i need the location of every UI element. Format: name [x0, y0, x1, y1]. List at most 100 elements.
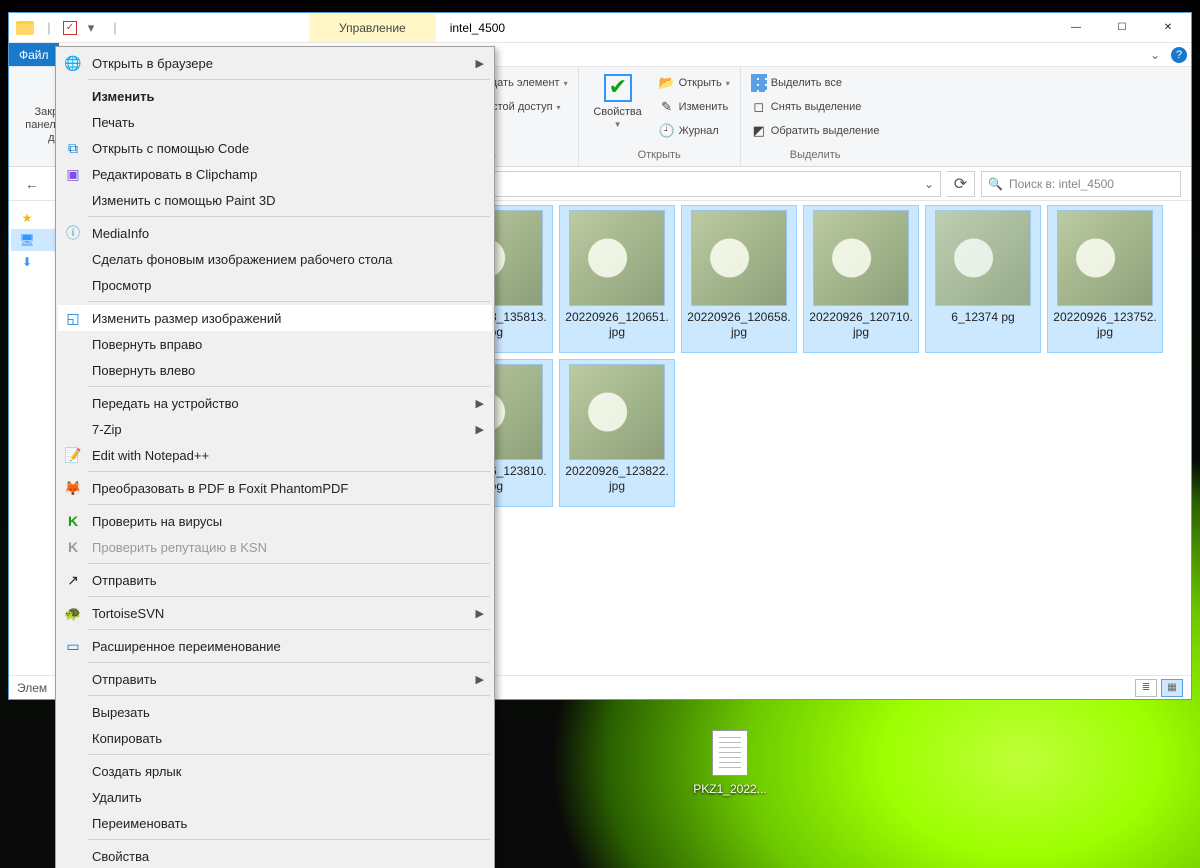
- menu-cast[interactable]: Передать на устройство▶: [58, 390, 492, 416]
- breadcrumb-dropdown-icon[interactable]: ⌄: [924, 177, 934, 191]
- file-tile[interactable]: 20220926_120651.jpg: [559, 205, 675, 353]
- menu-copy[interactable]: Копировать: [58, 725, 492, 751]
- select-none-icon: ◻: [751, 99, 767, 115]
- file-tile[interactable]: 20220926_123822.jpg: [559, 359, 675, 507]
- vscode-icon: ⧉: [62, 138, 84, 158]
- menu-notepadpp[interactable]: 📝Edit with Notepad++: [58, 442, 492, 468]
- tab-file[interactable]: Файл: [9, 43, 59, 66]
- foxit-icon: 🦊: [62, 478, 84, 498]
- file-tile[interactable]: 6_12374 pg: [925, 205, 1041, 353]
- file-name: 20220926_120658.jpg: [686, 310, 792, 340]
- context-menu: 🌐Открыть в браузере▶ Изменить Печать ⧉От…: [55, 46, 495, 868]
- search-input[interactable]: 🔍 Поиск в: intel_4500: [981, 171, 1181, 197]
- invert-icon: ◩: [751, 123, 767, 139]
- refresh-button[interactable]: ⟳: [947, 171, 975, 197]
- properties-button[interactable]: Свойства▼: [585, 70, 651, 129]
- view-details-button[interactable]: ≣: [1135, 679, 1157, 697]
- qat-dropdown-icon[interactable]: ▾: [81, 18, 101, 38]
- star-icon: ★: [19, 210, 35, 226]
- folder-icon: [15, 18, 35, 38]
- select-none-button[interactable]: ◻Снять выделение: [747, 96, 884, 118]
- menu-open-code[interactable]: ⧉Открыть с помощью Code: [58, 135, 492, 161]
- manage-tab[interactable]: Управление: [309, 13, 436, 42]
- menu-tortoisesvn[interactable]: 🐢TortoiseSVN▶: [58, 600, 492, 626]
- thumbnail: [569, 210, 665, 306]
- menu-ksn: KПроверить репутацию в KSN: [58, 534, 492, 560]
- file-name: 20220926_123822.jpg: [564, 464, 670, 494]
- submenu-arrow-icon: ▶: [476, 397, 484, 410]
- menu-delete[interactable]: Удалить: [58, 784, 492, 810]
- qat-separator: |: [105, 18, 125, 38]
- thumbnail: [691, 210, 787, 306]
- menu-cut[interactable]: Вырезать: [58, 699, 492, 725]
- qat-properties-icon[interactable]: ✓: [63, 21, 77, 35]
- select-all-button[interactable]: Выделить все: [747, 72, 884, 94]
- menu-rename[interactable]: Переименовать: [58, 810, 492, 836]
- menu-7zip[interactable]: 7-Zip▶: [58, 416, 492, 442]
- kaspersky-icon: K: [62, 537, 84, 557]
- invert-selection-button[interactable]: ◩Обратить выделение: [747, 120, 884, 142]
- history-button[interactable]: 🕘Журнал: [655, 120, 734, 142]
- help-icon[interactable]: ?: [1167, 43, 1191, 66]
- file-tile[interactable]: 20220926_123752.jpg: [1047, 205, 1163, 353]
- edit-button[interactable]: ✎Изменить: [655, 96, 734, 118]
- select-all-icon: [751, 75, 767, 91]
- clipchamp-icon: ▣: [62, 164, 84, 184]
- minimize-button[interactable]: —: [1053, 13, 1099, 42]
- menu-view[interactable]: Просмотр: [58, 272, 492, 298]
- status-text: Элем: [17, 681, 47, 695]
- ribbon-collapse-icon[interactable]: ⌄: [1143, 43, 1167, 66]
- submenu-arrow-icon: ▶: [476, 607, 484, 620]
- file-name: 6_12374 pg: [951, 310, 1014, 325]
- menu-virus-scan[interactable]: KПроверить на вирусы: [58, 508, 492, 534]
- thumbnail: [569, 364, 665, 460]
- kaspersky-icon: K: [62, 511, 84, 531]
- menu-mediainfo[interactable]: ⓘMediaInfo: [58, 220, 492, 246]
- menu-wallpaper[interactable]: Сделать фоновым изображением рабочего ст…: [58, 246, 492, 272]
- menu-open-browser[interactable]: 🌐Открыть в браузере▶: [58, 50, 492, 76]
- menu-clipchamp[interactable]: ▣Редактировать в Clipchamp: [58, 161, 492, 187]
- file-tile[interactable]: 20220926_120658.jpg: [681, 205, 797, 353]
- menu-rotate-left[interactable]: Повернуть влево: [58, 357, 492, 383]
- file-name: 20220926_123752.jpg: [1052, 310, 1158, 340]
- view-thumbnails-button[interactable]: ▦: [1161, 679, 1183, 697]
- thumbnail: [1057, 210, 1153, 306]
- menu-foxit-pdf[interactable]: 🦊Преобразовать в PDF в Foxit PhantomPDF: [58, 475, 492, 501]
- submenu-arrow-icon: ▶: [476, 673, 484, 686]
- maximize-button[interactable]: ☐: [1099, 13, 1145, 42]
- menu-edit[interactable]: Изменить: [58, 83, 492, 109]
- file-tile[interactable]: 20220926_120710.jpg: [803, 205, 919, 353]
- desktop-file[interactable]: PKZ1_2022...: [690, 730, 770, 798]
- submenu-arrow-icon: ▶: [476, 423, 484, 436]
- submenu-arrow-icon: ▶: [476, 57, 484, 70]
- window-title: intel_4500: [436, 13, 1053, 42]
- resize-icon: ◱: [62, 308, 84, 328]
- search-icon: 🔍: [988, 177, 1003, 191]
- mediainfo-icon: ⓘ: [62, 223, 84, 243]
- desktop-file-label: PKZ1_2022...: [693, 782, 766, 796]
- close-button[interactable]: ✕: [1145, 13, 1191, 42]
- file-name: 20220926_120651.jpg: [564, 310, 670, 340]
- share-icon: ↗: [62, 570, 84, 590]
- qat-divider: |: [39, 18, 59, 38]
- open-button[interactable]: 📂Открыть ▾: [655, 72, 734, 94]
- menu-properties[interactable]: Свойства: [58, 843, 492, 868]
- menu-share[interactable]: ↗Отправить: [58, 567, 492, 593]
- thumbnail: [813, 210, 909, 306]
- menu-adv-rename[interactable]: ▭Расширенное переименование: [58, 633, 492, 659]
- file-name: 20220926_120710.jpg: [808, 310, 914, 340]
- thumbnail: [935, 210, 1031, 306]
- menu-resize-images[interactable]: ◱Изменить размер изображений: [58, 305, 492, 331]
- desktop-icon: 🖥: [19, 232, 35, 248]
- file-icon: [712, 730, 748, 776]
- download-icon: ⬇: [19, 254, 35, 270]
- menu-shortcut[interactable]: Создать ярлык: [58, 758, 492, 784]
- notepadpp-icon: 📝: [62, 445, 84, 465]
- menu-rotate-right[interactable]: Повернуть вправо: [58, 331, 492, 357]
- menu-print[interactable]: Печать: [58, 109, 492, 135]
- browser-icon: 🌐: [62, 53, 84, 73]
- edit-icon: ✎: [659, 99, 675, 115]
- back-button[interactable]: ←: [19, 171, 45, 197]
- menu-paint3d[interactable]: Изменить с помощью Paint 3D: [58, 187, 492, 213]
- menu-sendto[interactable]: Отправить▶: [58, 666, 492, 692]
